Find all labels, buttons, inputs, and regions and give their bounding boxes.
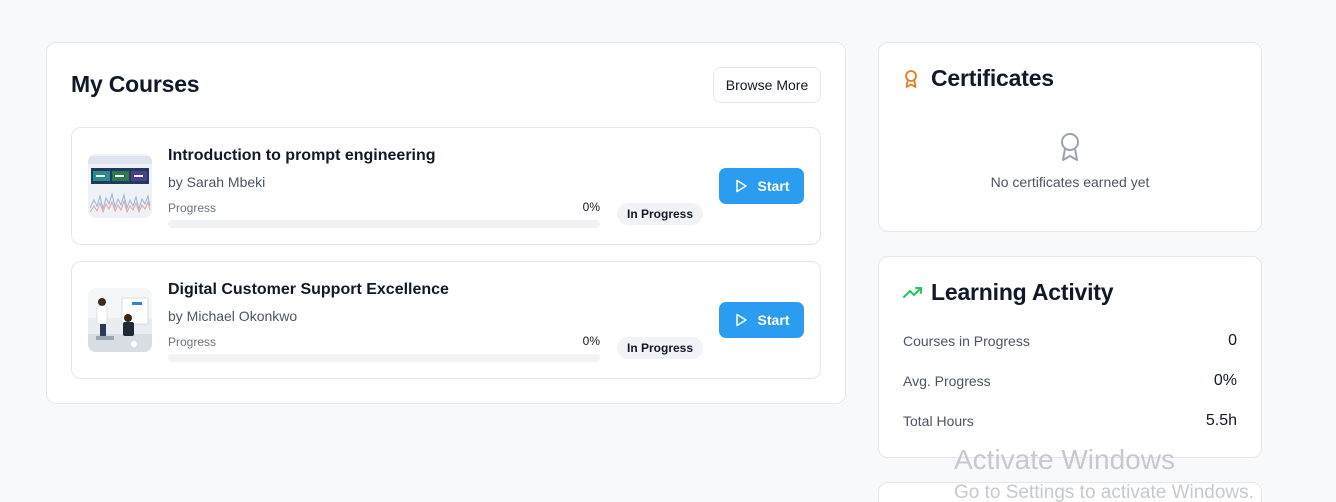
stat-label-total-hours: Total Hours (903, 413, 974, 429)
activate-windows-watermark-title: Activate Windows (954, 444, 1175, 475)
progress-label: Progress (168, 201, 217, 215)
status-badge: In Progress (617, 203, 704, 225)
course-thumbnail-analytics-dashboard (88, 154, 152, 218)
trending-up-icon (903, 287, 922, 298)
course-item[interactable]: Introduction to prompt engineering by Sa… (71, 127, 821, 245)
course-item[interactable]: Digital Customer Support Excellence by M… (71, 261, 821, 379)
start-course-button[interactable]: Start (719, 302, 804, 338)
stat-value-courses-in-progress: 0 (1228, 332, 1237, 349)
award-icon (1061, 133, 1079, 161)
play-icon (735, 179, 747, 193)
course-thumbnail-office-meeting (88, 288, 152, 352)
start-button-label: Start (757, 312, 790, 328)
stat-label-courses-in-progress: Courses in Progress (903, 333, 1030, 349)
learning-activity-card: Learning Activity Courses in Progress 0 … (878, 256, 1262, 458)
stat-value-avg-progress: 0% (1213, 372, 1237, 389)
progress-percent: 0% (582, 200, 600, 214)
stat-value-total-hours: 5.5h (1205, 412, 1237, 429)
stat-label-avg-progress: Avg. Progress (903, 373, 991, 389)
my-courses-card: My Courses Browse More Introduction to p… (46, 42, 846, 404)
course-title[interactable]: Introduction to prompt engineering (168, 147, 436, 165)
start-course-button[interactable]: Start (719, 168, 804, 204)
progress-bar (168, 220, 600, 228)
status-badge: In Progress (617, 337, 704, 359)
activate-windows-watermark-subtitle: Go to Settings to activate Windows. (954, 482, 1254, 502)
course-title[interactable]: Digital Customer Support Excellence (168, 281, 449, 299)
certificates-title: Certificates (931, 65, 1054, 91)
course-author: by Michael Okonkwo (168, 308, 298, 324)
award-icon (905, 70, 917, 88)
certificates-card: Certificates No certificates earned yet (878, 42, 1262, 232)
start-button-label: Start (757, 178, 790, 194)
empty-certificates-text: No certificates earned yet (990, 174, 1150, 190)
browse-more-button[interactable]: Browse More (713, 67, 821, 103)
play-icon (735, 313, 747, 327)
course-author: by Sarah Mbeki (168, 174, 266, 190)
progress-label: Progress (168, 335, 217, 349)
learning-activity-title: Learning Activity (931, 279, 1114, 305)
progress-percent: 0% (582, 334, 600, 348)
progress-bar (168, 354, 600, 362)
my-courses-title: My Courses (71, 71, 200, 97)
